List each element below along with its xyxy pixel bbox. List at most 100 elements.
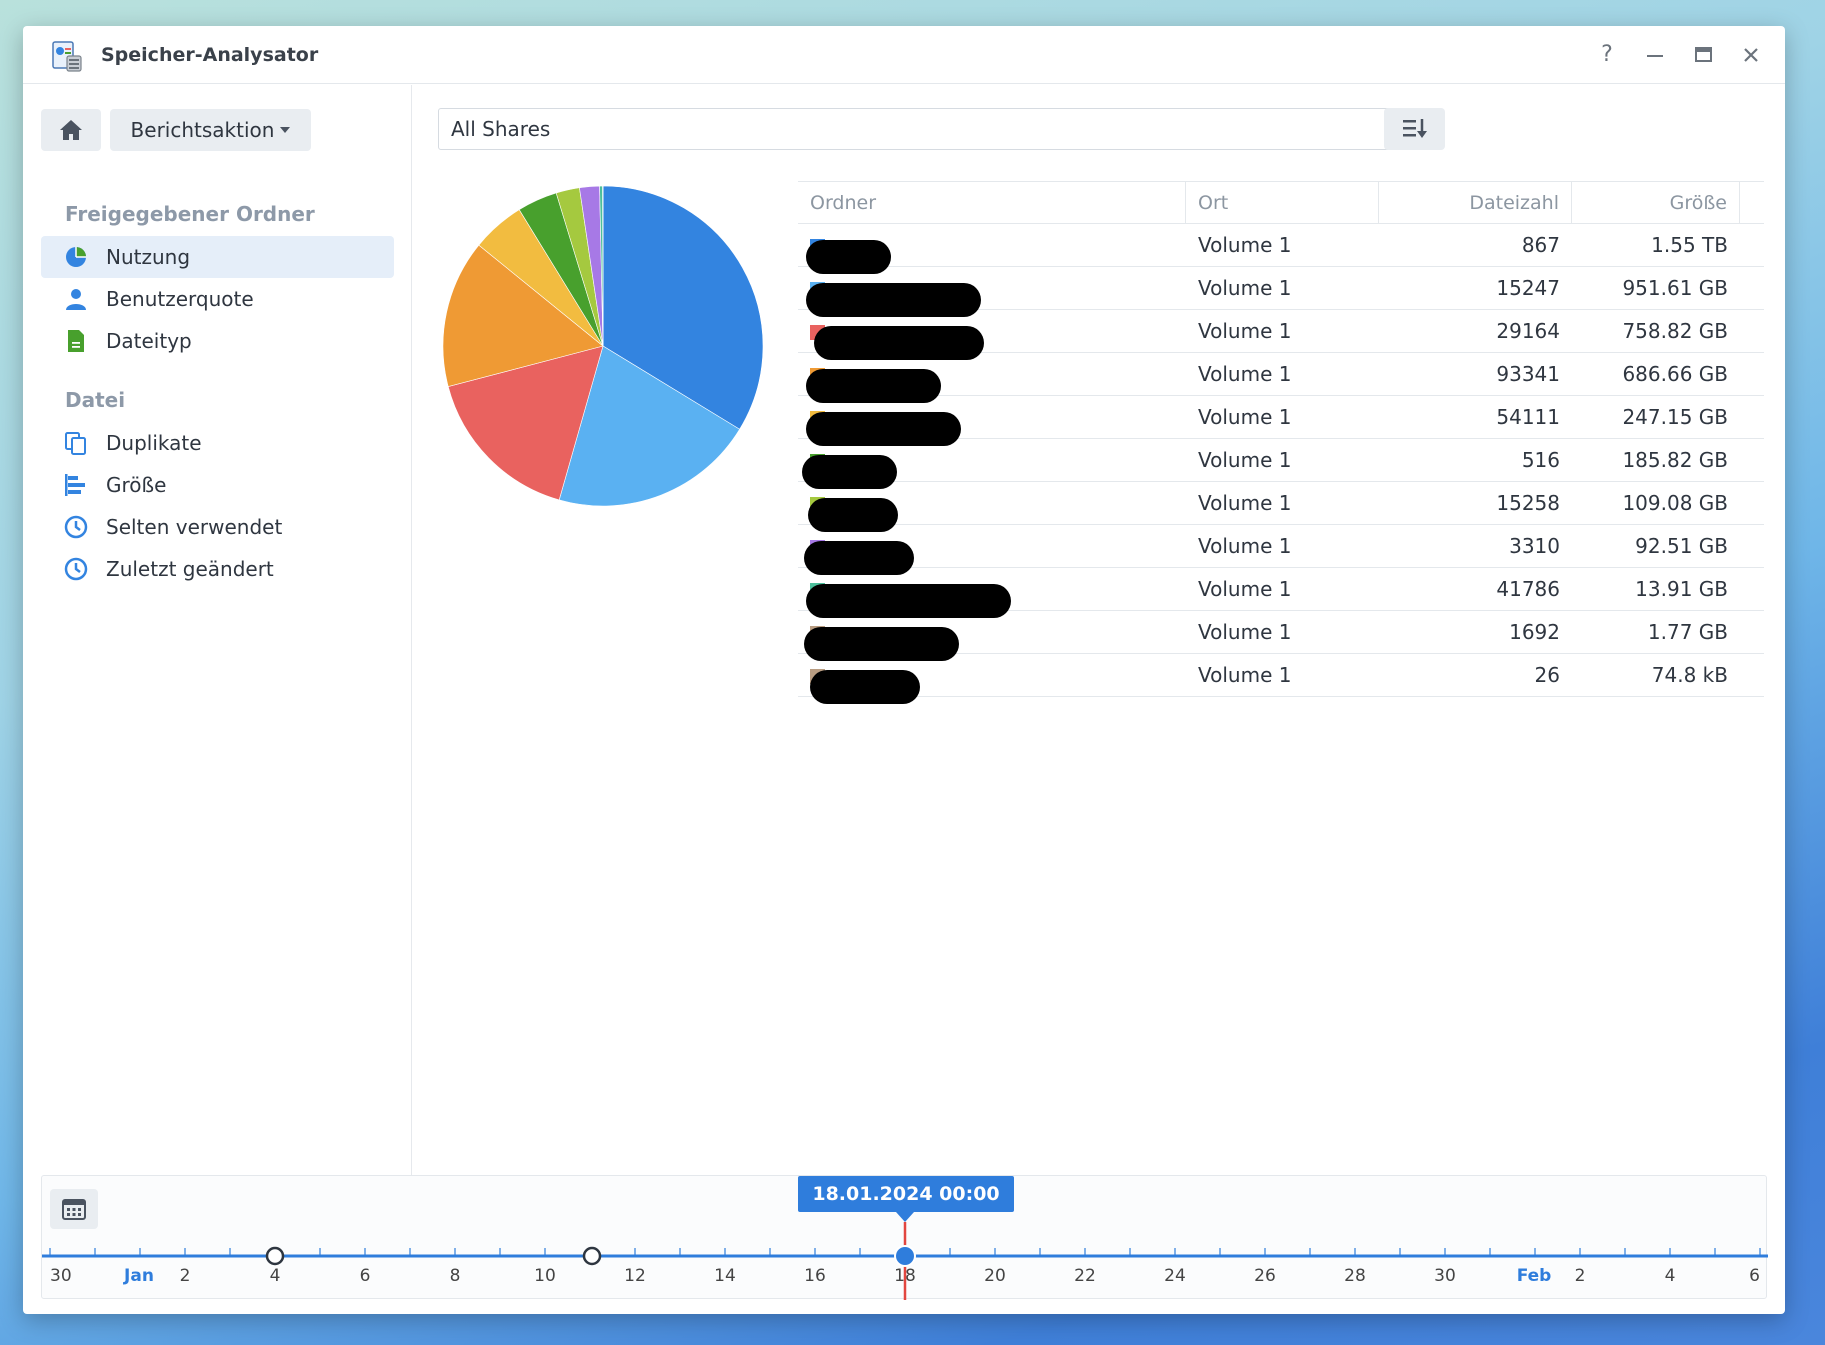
sidebar-item-label: Nutzung xyxy=(106,245,191,269)
location-cell: Volume 1 xyxy=(1198,319,1292,343)
file-count-cell: 41786 xyxy=(1496,577,1560,601)
table-row[interactable]: Volume 1 54111 247.15 GB xyxy=(798,396,1764,446)
size-cell: 686.66 GB xyxy=(1622,362,1728,386)
file-count-cell: 867 xyxy=(1521,233,1560,257)
column-header-location[interactable]: Ort xyxy=(1186,182,1379,223)
file-count-cell: 54111 xyxy=(1496,405,1560,429)
duplicate-icon xyxy=(64,431,88,455)
size-cell: 951.61 GB xyxy=(1622,276,1728,300)
sidebar-item-label: Dateityp xyxy=(106,329,192,353)
share-select[interactable]: All Shares xyxy=(438,108,1398,150)
redacted-folder-name xyxy=(804,627,959,661)
selected-snapshot-marker[interactable] xyxy=(894,1245,916,1267)
minimize-icon xyxy=(1647,55,1663,57)
timeline-tick-label: 30 xyxy=(1434,1266,1456,1286)
folder-table: Ordner Ort Dateizahl Größe Volume 1 867 1.… xyxy=(798,181,1764,704)
folder-cell xyxy=(798,534,1186,575)
redacted-folder-name xyxy=(806,240,891,274)
sidebar-item-file-type[interactable]: Dateityp xyxy=(41,320,394,362)
sidebar-item-rarely-used[interactable]: Selten verwendet xyxy=(41,506,394,548)
size-cell: 185.82 GB xyxy=(1622,448,1728,472)
timeline-tick-label: 22 xyxy=(1074,1266,1096,1286)
table-row[interactable]: Volume 1 3310 92.51 GB xyxy=(798,525,1764,575)
table-row[interactable]: Volume 1 15258 109.08 GB xyxy=(798,482,1764,532)
location-cell: Volume 1 xyxy=(1198,362,1292,386)
sidebar-item-label: Größe xyxy=(106,473,167,497)
report-action-dropdown[interactable]: Berichtsaktion xyxy=(110,109,311,151)
section-shared-folder-heading: Freigegebener Ordner xyxy=(65,202,315,226)
sidebar-item-label: Duplikate xyxy=(106,431,202,455)
sidebar-item-label: Zuletzt geändert xyxy=(106,557,274,581)
folder-cell xyxy=(798,577,1186,618)
file-count-cell: 516 xyxy=(1521,448,1560,472)
clock-icon xyxy=(64,515,88,539)
table-header: Ordner Ort Dateizahl Größe xyxy=(798,181,1764,224)
home-icon xyxy=(60,120,82,140)
sidebar-item-duplicates[interactable]: Duplikate xyxy=(41,422,394,464)
location-cell: Volume 1 xyxy=(1198,276,1292,300)
sort-button[interactable] xyxy=(1384,108,1445,150)
redacted-folder-name xyxy=(806,283,981,317)
section-file-heading: Datei xyxy=(65,388,126,412)
timeline: 30Jan24681012141618202224262830Feb246 18… xyxy=(41,1175,1768,1300)
help-button[interactable]: ? xyxy=(1592,40,1622,70)
file-count-cell: 29164 xyxy=(1496,319,1560,343)
user-icon xyxy=(64,287,88,311)
size-cell: 758.82 GB xyxy=(1622,319,1728,343)
selected-date-badge: 18.01.2024 00:00 xyxy=(798,1176,1014,1212)
timeline-tick-label: 14 xyxy=(714,1266,736,1286)
redacted-folder-name xyxy=(806,412,961,446)
pie-chart-icon xyxy=(64,245,88,269)
minimize-button[interactable] xyxy=(1640,40,1670,70)
sidebar-item-usage[interactable]: Nutzung xyxy=(41,236,394,278)
timeline-tick-label: 28 xyxy=(1344,1266,1366,1286)
timeline-tick-label: 2 xyxy=(180,1266,191,1286)
snapshot-marker[interactable] xyxy=(582,1246,602,1266)
maximize-icon xyxy=(1695,47,1712,62)
folder-cell xyxy=(798,448,1186,489)
home-button[interactable] xyxy=(41,109,101,151)
table-row[interactable]: Volume 1 867 1.55 TB xyxy=(798,224,1764,274)
report-action-label: Berichtsaktion xyxy=(130,118,275,142)
column-header-size[interactable]: Größe xyxy=(1572,182,1740,223)
location-cell: Volume 1 xyxy=(1198,620,1292,644)
selected-date-pointer xyxy=(896,1212,914,1222)
timeline-tick-label: 4 xyxy=(270,1266,281,1286)
redacted-folder-name xyxy=(806,584,1011,618)
size-cell: 13.91 GB xyxy=(1635,577,1728,601)
bar-size-icon xyxy=(64,473,88,497)
calendar-button[interactable] xyxy=(50,1189,98,1229)
sidebar-item-recently-modified[interactable]: Zuletzt geändert xyxy=(41,548,394,590)
table-row[interactable]: Volume 1 15247 951.61 GB xyxy=(798,267,1764,317)
calendar-icon xyxy=(62,1199,86,1220)
size-cell: 92.51 GB xyxy=(1635,534,1728,558)
sidebar-item-user-quota[interactable]: Benutzerquote xyxy=(41,278,394,320)
timeline-tick-label: 8 xyxy=(450,1266,461,1286)
timeline-tick-label: 2 xyxy=(1575,1266,1586,1286)
maximize-button[interactable] xyxy=(1688,40,1718,70)
sidebar-item-label: Benutzerquote xyxy=(106,287,254,311)
close-button[interactable] xyxy=(1736,40,1766,70)
location-cell: Volume 1 xyxy=(1198,577,1292,601)
size-cell: 247.15 GB xyxy=(1622,405,1728,429)
redacted-folder-name xyxy=(814,326,984,360)
folder-cell xyxy=(798,405,1186,446)
timeline-tick-label: 4 xyxy=(1665,1266,1676,1286)
app-title: Speicher-Analysator xyxy=(101,44,319,66)
column-header-folder[interactable]: Ordner xyxy=(798,182,1186,223)
column-header-file-count[interactable]: Dateizahl xyxy=(1379,182,1572,223)
sidebar-item-label: Selten verwendet xyxy=(106,515,283,539)
location-cell: Volume 1 xyxy=(1198,233,1292,257)
snapshot-marker[interactable] xyxy=(265,1246,285,1266)
timeline-tick-label: Jan xyxy=(123,1266,154,1286)
redacted-folder-name xyxy=(806,369,941,403)
table-row[interactable]: Volume 1 41786 13.91 GB xyxy=(798,568,1764,618)
timeline-tick-label: Feb xyxy=(1517,1266,1552,1286)
timeline-tick-label: 6 xyxy=(360,1266,371,1286)
location-cell: Volume 1 xyxy=(1198,491,1292,515)
title-bar: Speicher-Analysator ? xyxy=(23,26,1785,84)
sidebar-item-size[interactable]: Größe xyxy=(41,464,394,506)
folder-cell xyxy=(798,620,1186,661)
redacted-folder-name xyxy=(808,498,898,532)
usage-pie-chart xyxy=(442,185,764,507)
